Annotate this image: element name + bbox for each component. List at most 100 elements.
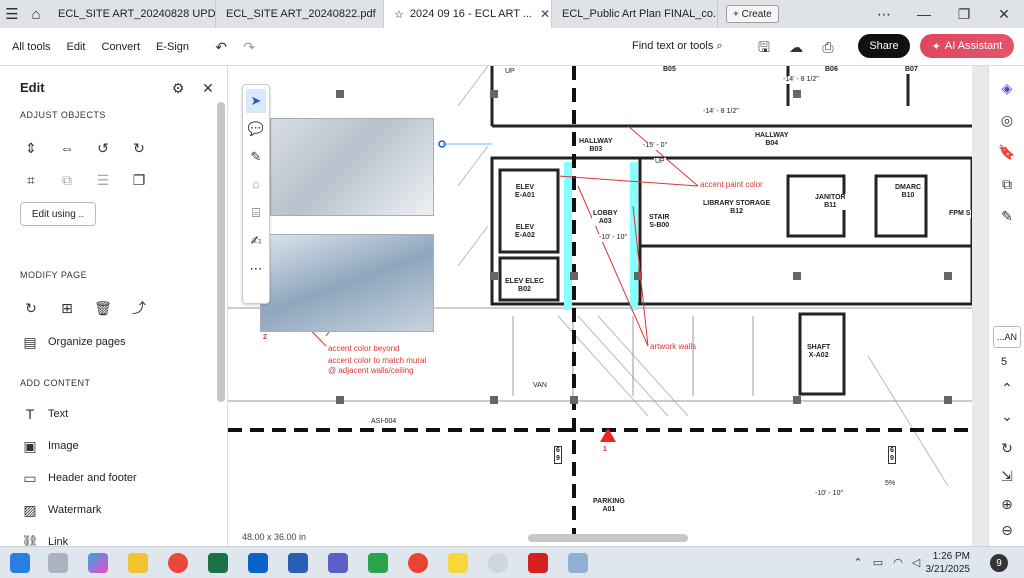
room-dmarc: DMARC B10 <box>894 184 923 200</box>
menu-esign[interactable]: E-Sign <box>148 41 197 53</box>
share-button[interactable]: Share <box>858 34 910 58</box>
tab-site-art-0828[interactable]: ECL_SITE ART_20240828 UPD... <box>48 0 216 28</box>
arrange-icon[interactable]: ❐ <box>128 170 150 190</box>
undo-icon[interactable]: ↶ <box>211 37 231 57</box>
zoom-in-icon[interactable]: ⊕ <box>997 494 1017 514</box>
comments-panel-icon[interactable]: ◎ <box>997 110 1017 130</box>
chevron-down-icon[interactable]: ⌄ <box>997 406 1017 426</box>
edit-pencil-icon[interactable]: ✎ <box>997 206 1017 226</box>
add-image-item[interactable]: ▣ Image <box>20 436 78 456</box>
notification-badge[interactable]: 9 <box>990 554 1008 572</box>
align-icon[interactable]: ☰ <box>92 170 114 190</box>
vertical-scroll-gutter[interactable] <box>972 66 988 546</box>
document-canvas[interactable]: HALLWAY B03 HALLWAY B04 ELEV E-A01 ELEV E-A0… <box>228 66 972 546</box>
redo-icon[interactable]: ↷ <box>239 37 259 57</box>
image-icon: ▣ <box>23 438 37 454</box>
menu-edit[interactable]: Edit <box>59 41 94 53</box>
ai-assistant-button[interactable]: ✦ AI Assistant <box>920 34 1014 58</box>
panel-scrollbar[interactable] <box>217 102 225 402</box>
insert-page-icon[interactable]: ⊞ <box>56 298 78 318</box>
zoom-out-icon[interactable]: ⊖ <box>997 520 1017 540</box>
close-panel-icon[interactable]: ✕ <box>198 78 218 98</box>
rotate-right-icon[interactable]: ↻ <box>128 138 150 158</box>
bookmark-icon[interactable]: 🔖 <box>997 142 1017 162</box>
markup-toolstrip: ➤ 💬 ✎ ◌ ⌸ ✍ ⋯ <box>242 84 270 304</box>
lobby-mural-photo-image[interactable] <box>260 234 434 332</box>
chevron-up-icon[interactable]: ⌃ <box>997 378 1017 398</box>
page-label-box[interactable]: ...AN <box>993 326 1021 348</box>
dim-label-1: -14' - 8 1/2" <box>782 76 820 84</box>
flip-vertical-icon[interactable]: ⇕ <box>20 138 42 158</box>
home-icon[interactable]: ⌂ <box>24 0 48 28</box>
fit-page-icon[interactable]: ⇲ <box>997 466 1017 486</box>
save-icon[interactable]: 🖫 <box>754 37 774 57</box>
crop-icon[interactable]: ⌗ <box>20 170 42 190</box>
windows-start-icon[interactable] <box>10 553 30 573</box>
pen-icon[interactable]: ✎ <box>246 145 266 169</box>
corridor-photo-image[interactable] <box>270 118 434 216</box>
ai-chat-icon[interactable]: ◈ <box>997 78 1017 98</box>
menu-icon[interactable]: ☰ <box>0 0 24 28</box>
link-item[interactable]: ⛓ Link <box>20 532 68 546</box>
text-box-icon[interactable]: ⌸ <box>246 201 266 225</box>
delete-page-icon[interactable]: 🗑 <box>92 298 114 318</box>
overflow-menu-icon[interactable]: ⋯ <box>864 0 904 28</box>
volume-icon[interactable]: ◁ <box>906 553 926 573</box>
outlook-icon[interactable] <box>248 553 268 573</box>
wifi-icon[interactable]: ◠ <box>888 553 908 573</box>
watermark-item[interactable]: ▨ Watermark <box>20 500 101 520</box>
teams-icon[interactable] <box>328 553 348 573</box>
room-library-storage: LIBRARY STORAGE B12 <box>702 200 772 216</box>
more-tools-icon[interactable]: ⋯ <box>246 257 266 281</box>
flip-horizontal-icon[interactable]: ⇔ <box>56 138 78 158</box>
add-text-item[interactable]: T Text <box>20 404 68 424</box>
chrome-profile-icon[interactable] <box>408 553 428 573</box>
selected-wall-highlight <box>564 162 572 310</box>
print-icon[interactable]: ⎙ <box>818 37 838 57</box>
phone-icon[interactable] <box>368 553 388 573</box>
menu-all-tools[interactable]: All tools <box>4 41 59 53</box>
comment-icon[interactable]: 💬 <box>246 117 266 141</box>
acrobat-icon[interactable] <box>528 553 548 573</box>
menu-convert[interactable]: Convert <box>94 41 149 53</box>
sticky-notes-icon[interactable] <box>448 553 468 573</box>
header-footer-item[interactable]: ▭ Header and footer <box>20 468 136 488</box>
link-icon: ⛓ <box>21 534 39 546</box>
minimize-icon[interactable]: — <box>904 0 944 28</box>
tab-ecl-art-active[interactable]: ☆ 2024 09 16 - ECL ART ... ✕ <box>384 0 552 28</box>
horizontal-scrollbar[interactable] <box>528 534 688 542</box>
system-clock[interactable]: 1:26 PM 3/21/2025 <box>924 550 971 576</box>
rotate-left-icon[interactable]: ↺ <box>92 138 114 158</box>
excel-icon[interactable] <box>208 553 228 573</box>
find-tools-field[interactable]: Find text or tools ⌕ <box>632 40 723 53</box>
file-explorer-icon[interactable] <box>128 553 148 573</box>
maximize-icon[interactable]: ❐ <box>944 0 984 28</box>
close-tab-icon[interactable]: ✕ <box>540 7 550 21</box>
replace-image-icon[interactable]: ⧉ <box>56 170 78 190</box>
remote-desktop-icon[interactable] <box>568 553 588 573</box>
chrome-icon[interactable] <box>168 553 188 573</box>
close-window-icon[interactable]: ✕ <box>984 0 1024 28</box>
gear-icon[interactable]: ⚙ <box>168 78 188 98</box>
extract-page-icon[interactable]: ⤴ <box>128 298 150 318</box>
copilot-icon[interactable] <box>88 553 108 573</box>
task-view-icon[interactable] <box>48 553 68 573</box>
tab-site-art-0822[interactable]: ECL_SITE ART_20240822.pdf <box>216 0 384 28</box>
battery-icon[interactable]: ▭ <box>868 553 888 573</box>
rotate-page-icon[interactable]: ↻ <box>20 298 42 318</box>
fill-sign-icon[interactable]: ✍ <box>246 229 266 253</box>
edit-using-button[interactable]: Edit using .. <box>20 202 96 226</box>
tray-chevron-icon[interactable]: ⌃ <box>848 553 868 573</box>
upload-cloud-icon[interactable]: ☁ <box>786 37 806 57</box>
refresh-icon[interactable]: ↻ <box>997 438 1017 458</box>
organize-pages-item[interactable]: ▤ Organize pages <box>20 332 125 352</box>
section-adjust-objects: ADJUST OBJECTS <box>20 110 106 120</box>
tab-public-art-plan[interactable]: ECL_Public Art Plan FINAL_co... <box>552 0 718 28</box>
select-cursor-icon[interactable]: ➤ <box>246 89 266 113</box>
lasso-icon[interactable]: ◌ <box>246 173 266 197</box>
clock-app-icon[interactable] <box>488 553 508 573</box>
pages-thumbnails-icon[interactable]: ⧉ <box>997 174 1017 194</box>
create-button[interactable]: + Create <box>726 5 779 23</box>
word-icon[interactable] <box>288 553 308 573</box>
text-icon: T <box>25 406 35 422</box>
